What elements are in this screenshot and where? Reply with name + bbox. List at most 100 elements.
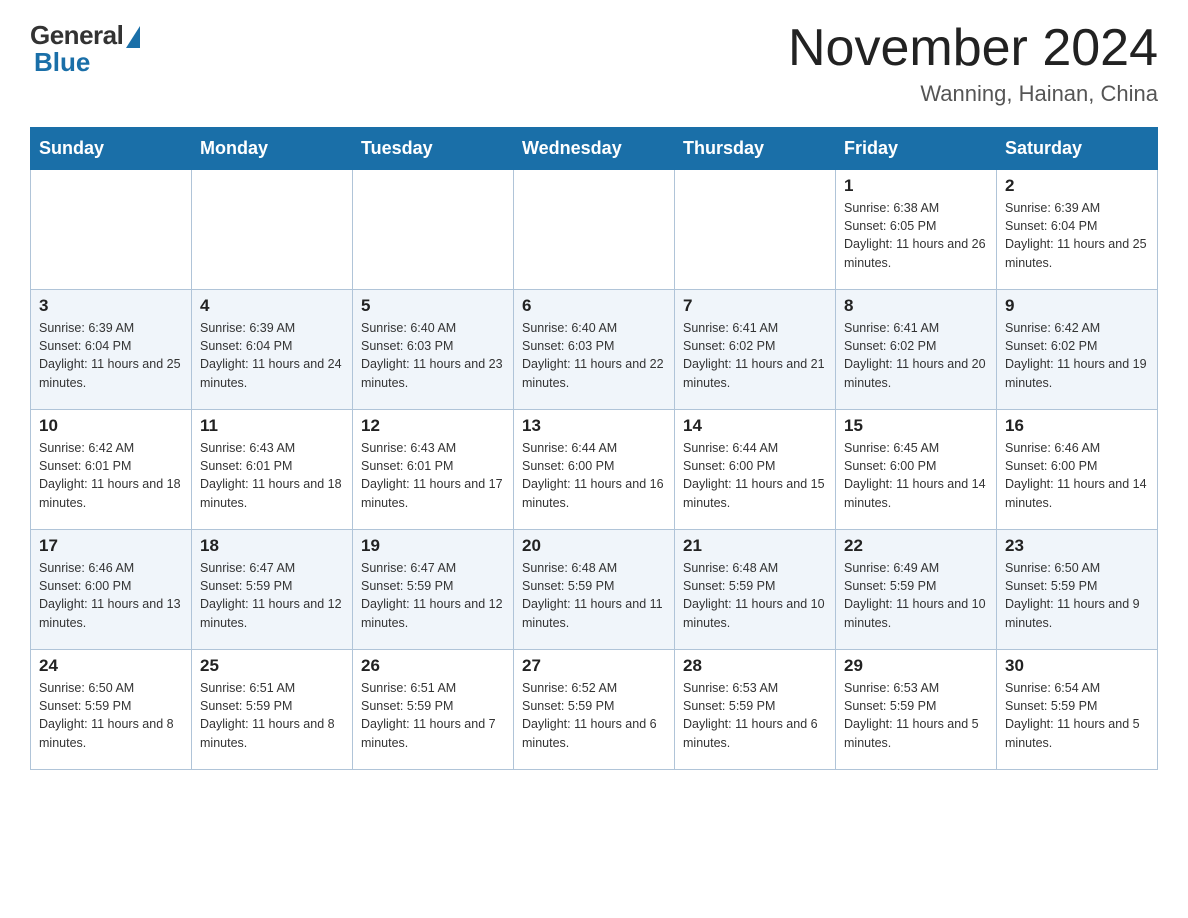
info-line: Daylight: 11 hours and 26 minutes. bbox=[844, 237, 986, 269]
calendar-header-row: SundayMondayTuesdayWednesdayThursdayFrid… bbox=[31, 128, 1158, 170]
day-number: 8 bbox=[844, 296, 988, 316]
day-number: 26 bbox=[361, 656, 505, 676]
calendar-cell: 13Sunrise: 6:44 AMSunset: 6:00 PMDayligh… bbox=[514, 410, 675, 530]
info-line: Sunset: 5:59 PM bbox=[39, 699, 131, 713]
day-number: 17 bbox=[39, 536, 183, 556]
info-line: Sunset: 5:59 PM bbox=[683, 579, 775, 593]
calendar-cell: 27Sunrise: 6:52 AMSunset: 5:59 PMDayligh… bbox=[514, 650, 675, 770]
info-line: Sunset: 6:04 PM bbox=[1005, 219, 1097, 233]
day-number: 28 bbox=[683, 656, 827, 676]
calendar-cell: 5Sunrise: 6:40 AMSunset: 6:03 PMDaylight… bbox=[353, 290, 514, 410]
info-line: Sunset: 6:00 PM bbox=[844, 459, 936, 473]
calendar-cell: 22Sunrise: 6:49 AMSunset: 5:59 PMDayligh… bbox=[836, 530, 997, 650]
info-line: Sunrise: 6:49 AM bbox=[844, 561, 939, 575]
info-line: Sunset: 5:59 PM bbox=[200, 699, 292, 713]
column-header-tuesday: Tuesday bbox=[353, 128, 514, 170]
day-info: Sunrise: 6:44 AMSunset: 6:00 PMDaylight:… bbox=[683, 439, 827, 512]
day-info: Sunrise: 6:48 AMSunset: 5:59 PMDaylight:… bbox=[683, 559, 827, 632]
info-line: Sunrise: 6:50 AM bbox=[1005, 561, 1100, 575]
calendar-cell: 15Sunrise: 6:45 AMSunset: 6:00 PMDayligh… bbox=[836, 410, 997, 530]
info-line: Daylight: 11 hours and 25 minutes. bbox=[1005, 237, 1147, 269]
day-number: 16 bbox=[1005, 416, 1149, 436]
calendar-week-row: 10 Sunrise: 6:42 AM Sunset: 6:01 PM Dayligh… bbox=[31, 410, 1158, 530]
column-header-friday: Friday bbox=[836, 128, 997, 170]
day-info: Sunrise: 6:50 AMSunset: 5:59 PMDaylight:… bbox=[1005, 559, 1149, 632]
calendar-cell: 8Sunrise: 6:41 AMSunset: 6:02 PMDaylight… bbox=[836, 290, 997, 410]
info-line: Sunrise: 6:48 AM bbox=[683, 561, 778, 575]
info-line: Sunrise: 6:50 AM bbox=[39, 681, 134, 695]
day-info: Sunrise: 6:48 AMSunset: 5:59 PMDaylight:… bbox=[522, 559, 666, 632]
logo-blue-text: Blue bbox=[34, 47, 90, 78]
info-line: Daylight: 11 hours and 14 minutes. bbox=[1005, 477, 1147, 509]
calendar-cell: 29Sunrise: 6:53 AMSunset: 5:59 PMDayligh… bbox=[836, 650, 997, 770]
title-area: November 2024 Wanning, Hainan, China bbox=[788, 20, 1158, 107]
info-line: Sunrise: 6:52 AM bbox=[522, 681, 617, 695]
day-info: Sunrise: 6:39 AMSunset: 6:04 PMDaylight:… bbox=[39, 319, 183, 392]
info-line: Sunset: 6:01 PM bbox=[361, 459, 453, 473]
info-line: Sunset: 6:03 PM bbox=[522, 339, 614, 353]
day-info: Sunrise: 6:39 AMSunset: 6:04 PMDaylight:… bbox=[200, 319, 344, 392]
day-number: 5 bbox=[361, 296, 505, 316]
info-line: Daylight: 11 hours and 17 minutes. bbox=[361, 477, 503, 509]
info-line: Sunrise: 6:41 AM bbox=[683, 321, 778, 335]
info-line: Sunrise: 6:46 AM bbox=[39, 561, 134, 575]
info-line: Sunrise: 6:44 AM bbox=[522, 441, 617, 455]
logo-triangle-icon bbox=[126, 26, 140, 48]
day-info: Sunrise: 6:50 AMSunset: 5:59 PMDaylight:… bbox=[39, 679, 183, 752]
info-line: Daylight: 11 hours and 15 minutes. bbox=[683, 477, 825, 509]
calendar-week-row: 1Sunrise: 6:38 AMSunset: 6:05 PMDaylight… bbox=[31, 170, 1158, 290]
day-number: 21 bbox=[683, 536, 827, 556]
info-line: Daylight: 11 hours and 16 minutes. bbox=[522, 477, 664, 509]
page-header: General Blue November 2024 Wanning, Hain… bbox=[30, 20, 1158, 107]
info-line: Daylight: 11 hours and 22 minutes. bbox=[522, 357, 664, 389]
day-number: 23 bbox=[1005, 536, 1149, 556]
day-info: Sunrise: 6:46 AMSunset: 6:00 PMDaylight:… bbox=[39, 559, 183, 632]
info-line: Sunrise: 6:42 AM bbox=[39, 441, 134, 455]
location-subtitle: Wanning, Hainan, China bbox=[788, 81, 1158, 107]
info-line: Sunrise: 6:40 AM bbox=[522, 321, 617, 335]
calendar-cell: 18Sunrise: 6:47 AMSunset: 5:59 PMDayligh… bbox=[192, 530, 353, 650]
info-line: Sunset: 5:59 PM bbox=[522, 699, 614, 713]
calendar-cell bbox=[353, 170, 514, 290]
calendar-cell: 21Sunrise: 6:48 AMSunset: 5:59 PMDayligh… bbox=[675, 530, 836, 650]
info-line: Sunset: 6:04 PM bbox=[39, 339, 131, 353]
info-line: Daylight: 11 hours and 5 minutes. bbox=[1005, 717, 1140, 749]
day-number: 15 bbox=[844, 416, 988, 436]
info-line: Daylight: 11 hours and 12 minutes. bbox=[200, 597, 342, 629]
day-info: Sunrise: 6:51 AMSunset: 5:59 PMDaylight:… bbox=[361, 679, 505, 752]
day-info: Sunrise: 6:43 AMSunset: 6:01 PMDaylight:… bbox=[361, 439, 505, 512]
day-number: 24 bbox=[39, 656, 183, 676]
info-line: Daylight: 11 hours and 19 minutes. bbox=[1005, 357, 1147, 389]
info-line: Sunset: 6:02 PM bbox=[844, 339, 936, 353]
column-header-monday: Monday bbox=[192, 128, 353, 170]
info-line: Daylight: 11 hours and 18 minutes. bbox=[39, 477, 181, 509]
day-number: 29 bbox=[844, 656, 988, 676]
info-line: Sunset: 6:03 PM bbox=[361, 339, 453, 353]
info-line: Sunset: 5:59 PM bbox=[844, 579, 936, 593]
info-line: Daylight: 11 hours and 18 minutes. bbox=[200, 477, 342, 509]
calendar-cell: 4Sunrise: 6:39 AMSunset: 6:04 PMDaylight… bbox=[192, 290, 353, 410]
info-line: Daylight: 11 hours and 12 minutes. bbox=[361, 597, 503, 629]
calendar-cell: 17Sunrise: 6:46 AMSunset: 6:00 PMDayligh… bbox=[31, 530, 192, 650]
info-line: Sunrise: 6:53 AM bbox=[683, 681, 778, 695]
calendar-cell: 6Sunrise: 6:40 AMSunset: 6:03 PMDaylight… bbox=[514, 290, 675, 410]
info-line: Sunrise: 6:51 AM bbox=[200, 681, 295, 695]
day-info: Sunrise: 6:39 AMSunset: 6:04 PMDaylight:… bbox=[1005, 199, 1149, 272]
calendar-cell: 2 Sunrise: 6:39 AMSunset: 6:04 PMDaylight… bbox=[997, 170, 1158, 290]
info-line: Sunrise: 6:47 AM bbox=[361, 561, 456, 575]
day-number: 2 bbox=[1005, 176, 1149, 196]
info-line: Sunset: 6:04 PM bbox=[200, 339, 292, 353]
info-line: Sunset: 5:59 PM bbox=[844, 699, 936, 713]
info-line: Daylight: 11 hours and 6 minutes. bbox=[683, 717, 818, 749]
info-line: Daylight: 11 hours and 11 minutes. bbox=[522, 597, 663, 629]
info-line: Daylight: 11 hours and 8 minutes. bbox=[200, 717, 335, 749]
day-number: 3 bbox=[39, 296, 183, 316]
calendar-cell: 11Sunrise: 6:43 AMSunset: 6:01 PMDayligh… bbox=[192, 410, 353, 530]
day-info: Sunrise: 6:53 AMSunset: 5:59 PMDaylight:… bbox=[683, 679, 827, 752]
info-line: Sunset: 6:00 PM bbox=[39, 579, 131, 593]
calendar-cell: 26 Sunrise: 6:51 AMSunset: 5:59 PMDayligh… bbox=[353, 650, 514, 770]
day-info: Sunrise: 6:51 AM Sunset: 5:59 PM Daylight:… bbox=[200, 679, 344, 752]
day-number: 10 bbox=[39, 416, 183, 436]
info-line: Daylight: 11 hours and 10 minutes. bbox=[844, 597, 986, 629]
day-info: Sunrise: 6:54 AMSunset: 5:59 PMDaylight:… bbox=[1005, 679, 1149, 752]
